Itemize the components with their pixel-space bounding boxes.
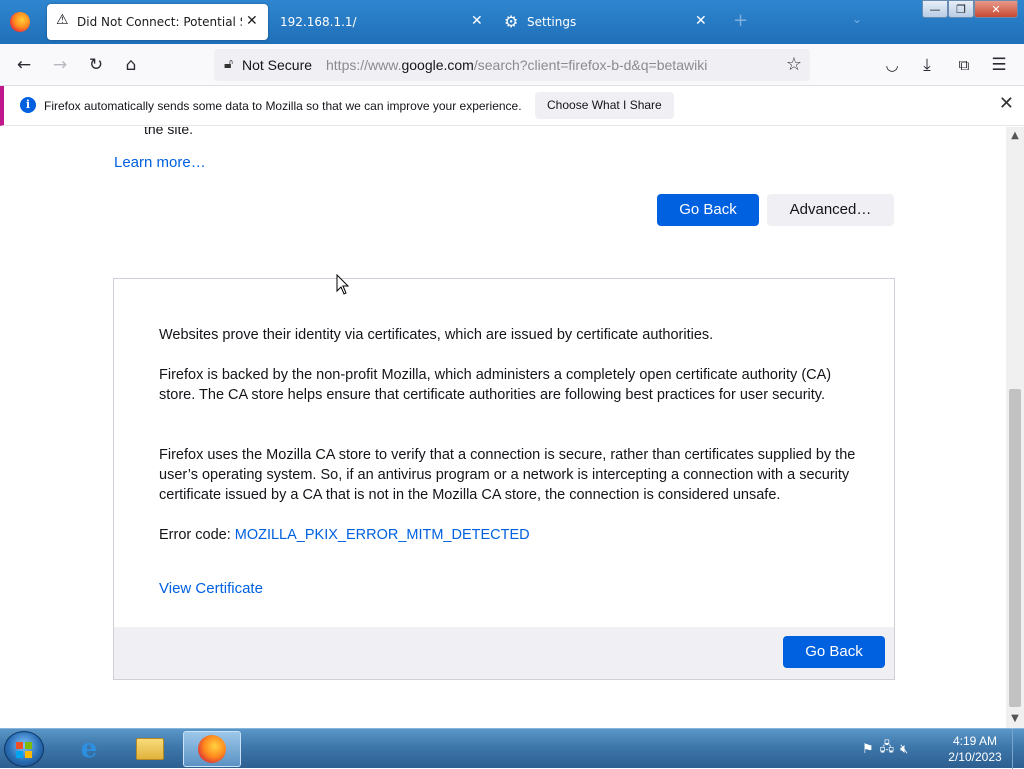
error-code-link[interactable]: MOZILLA_PKIX_ERROR_MITM_DETECTED [235,527,530,543]
scroll-up-arrow-icon[interactable]: ▲ [1006,127,1024,145]
firefox-icon [198,735,226,763]
scroll-thumb[interactable] [1009,389,1021,707]
bookmark-star-icon[interactable]: ☆ [786,54,802,75]
home-icon: ⌂ [125,55,137,75]
tab-strip: ⚠ Did Not Connect: Potential Sec ✕ 192.1… [0,0,1024,44]
start-button[interactable] [4,731,44,767]
show-desktop-button[interactable] [1012,729,1024,769]
panel-footer: Go Back [114,627,894,679]
truncated-text: the site. [144,127,194,137]
puzzle-icon: ⧉ [958,56,970,74]
scroll-down-arrow-icon[interactable]: ▼ [1006,710,1024,728]
error-code-row: Error code: MOZILLA_PKIX_ERROR_MITM_DETE… [159,525,859,545]
extensions-button[interactable]: ⧉ [950,52,978,78]
url-prefix: https://www. [326,57,402,73]
firefox-menu-icon[interactable] [10,12,30,32]
tab-did-not-connect[interactable]: ⚠ Did Not Connect: Potential Sec ✕ [47,4,268,40]
tab-settings[interactable]: ⚙ Settings ✕ [498,4,718,40]
not-secure-label: Not Secure [242,57,313,73]
restore-button[interactable]: ❐ [948,0,974,18]
volume-muted-icon[interactable]: 🔇︎ [900,742,908,757]
action-center-flag-icon[interactable]: ⚑ [862,742,874,757]
tab-title: Did Not Connect: Potential Sec [77,15,242,29]
window-controls: — ❐ ✕ [922,0,1018,18]
pocket-icon: ◡ [885,56,899,74]
mouse-cursor-icon [336,274,350,295]
tab-192-168-1-1[interactable]: 192.168.1.1/ ✕ [272,4,492,40]
windows-taskbar: e ⚑ 🖧︎ 🔇︎ 4:19 AM 2/10/2023 [0,728,1024,769]
info-icon: i [20,97,36,113]
pocket-button[interactable]: ◡ [878,52,906,78]
url-text[interactable]: https://www.google.com/search?client=fir… [326,57,707,73]
certificate-explanation: Websites prove their identity via certif… [159,327,714,343]
network-icon[interactable]: 🖧︎ [880,738,895,760]
windows-logo-icon [16,742,32,758]
app-menu-button[interactable]: ☰ [985,52,1013,78]
tab-title: Settings [527,15,577,29]
navigation-toolbar: ← → ↻ ⌂ 🔓︎ Not Secure https://www.google… [0,44,1024,86]
forward-button[interactable]: → [46,52,74,78]
new-tab-icon[interactable]: + [733,10,748,31]
downloads-button[interactable]: ⤓ [913,52,941,78]
view-certificate-link[interactable]: View Certificate [159,580,263,597]
gear-icon: ⚙ [504,12,519,31]
mozilla-ca-explanation: Firefox is backed by the non-profit Mozi… [159,367,832,403]
learn-more-link[interactable]: Learn more… [114,154,206,171]
home-button[interactable]: ⌂ [117,52,145,78]
clock-date: 2/10/2023 [948,750,1002,764]
mitm-explanation: Firefox uses the Mozilla CA store to ver… [159,447,856,503]
back-button[interactable]: ← [10,52,38,78]
download-icon: ⤓ [923,55,931,75]
close-tab-icon[interactable]: ✕ [471,13,483,29]
go-back-button-bottom[interactable]: Go Back [783,636,885,668]
arrow-left-icon: ← [16,55,32,75]
url-domain: google.com [401,57,474,73]
advanced-panel: Websites prove their identity via certif… [113,278,895,680]
internet-explorer-icon: e [80,734,98,764]
url-suffix: /search?client=firefox-b-d&q=betawiki [473,57,708,73]
close-tab-icon[interactable]: ✕ [246,13,258,29]
reload-button[interactable]: ↻ [82,52,110,78]
clock[interactable]: 4:19 AM 2/10/2023 [940,733,1010,765]
go-back-button[interactable]: Go Back [657,194,759,226]
system-tray: ⚑ 🖧︎ 🔇︎ [862,729,908,769]
insecure-lock-icon[interactable]: 🔓︎ [224,56,233,72]
clock-time: 4:19 AM [952,734,998,748]
notification-message: Firefox automatically sends some data to… [44,99,522,113]
tab-title: 192.168.1.1/ [280,15,357,29]
minimize-button[interactable]: — [922,0,948,18]
vertical-scrollbar[interactable]: ▲ ▼ [1006,127,1024,728]
error-page: the site. Learn more… Go Back Advanced… … [0,127,1006,728]
close-tab-icon[interactable]: ✕ [695,13,707,29]
choose-what-i-share-button[interactable]: Choose What I Share [535,92,674,119]
url-bar[interactable]: 🔓︎ Not Secure https://www.google.com/sea… [214,49,810,81]
hamburger-icon: ☰ [991,55,1007,75]
error-code-label: Error code: [159,527,235,543]
warning-icon: ⚠ [56,12,69,28]
close-icon[interactable]: ✕ [999,93,1014,114]
arrow-right-icon: → [52,55,68,75]
folder-icon [136,738,164,760]
list-all-tabs-icon[interactable]: ⌄ [852,12,862,26]
advanced-button[interactable]: Advanced… [767,194,894,226]
close-window-button[interactable]: ✕ [974,0,1018,18]
taskbar-firefox[interactable] [183,731,241,767]
taskbar-windows-explorer[interactable] [121,731,179,767]
taskbar-internet-explorer[interactable]: e [60,731,118,767]
reload-icon: ↻ [88,55,104,75]
data-collection-notification: i Firefox automatically sends some data … [0,86,1024,126]
